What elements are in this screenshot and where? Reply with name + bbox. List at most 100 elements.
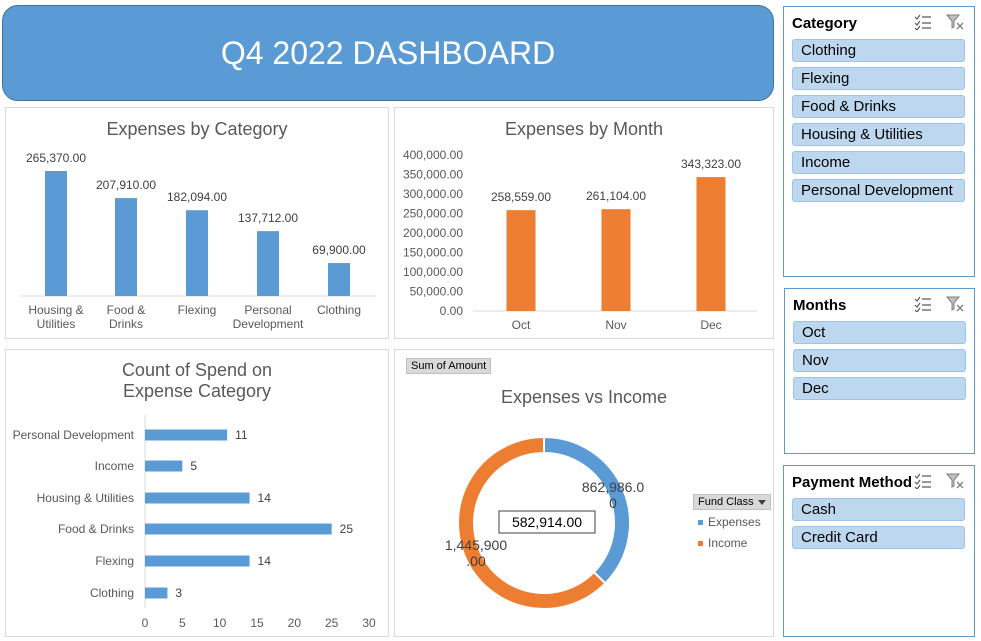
multi-select-icon[interactable]	[914, 14, 932, 30]
slicer-item-credit-card[interactable]: Credit Card	[792, 526, 965, 549]
dashboard-title: Q4 2022 DASHBOARD	[220, 34, 556, 71]
count-of-spend-plot: 11 Personal Development 5 Income 14 Housing &…	[13, 415, 376, 630]
data-label: 14	[258, 491, 272, 505]
y-tick-label: 350,000.00	[403, 168, 463, 182]
legend-label: Income	[708, 536, 748, 550]
y-tick-label: 400,000.00	[403, 148, 463, 162]
x-tick-label: Utilities	[37, 317, 76, 331]
legend-swatch	[698, 520, 703, 526]
clear-filter-icon[interactable]	[946, 296, 964, 312]
x-tick-label: Clothing	[317, 303, 361, 317]
bar	[145, 429, 228, 441]
months-slicer: Months Oct Nov Dec	[784, 288, 975, 454]
fund-class-label: Fund Class	[698, 496, 754, 508]
y-tick-label: Personal Development	[13, 428, 135, 442]
x-tick-label: Drinks	[109, 317, 143, 331]
y-tick-label: Housing & Utilities	[37, 491, 134, 505]
data-label: 11	[235, 428, 248, 442]
y-tick-label: 50,000.00	[410, 285, 464, 299]
slicer-title: Category	[792, 15, 858, 32]
y-tick-label: 200,000.00	[403, 226, 463, 240]
x-tick-label: Dec	[700, 318, 721, 332]
data-label: 14	[258, 554, 272, 568]
y-tick-label: 300,000.00	[403, 187, 463, 201]
data-label: 343,323.00	[681, 157, 741, 171]
y-tick-label: Food & Drinks	[58, 522, 134, 536]
slice-label: .00	[466, 553, 486, 569]
dropdown-arrow-icon	[757, 500, 766, 505]
bar	[145, 555, 250, 567]
donut-slice	[543, 435, 631, 585]
data-label: 265,370.00	[26, 151, 86, 165]
multi-select-icon[interactable]	[914, 296, 932, 312]
legend-label: Expenses	[708, 515, 761, 529]
slicer-item-income[interactable]: Income	[792, 151, 965, 174]
x-tick-label: Nov	[605, 318, 626, 332]
y-tick-label: 150,000.00	[403, 246, 463, 260]
expenses-by-category-plot: 265,370.00 Housing &Utilities 207,910.00 Fo…	[20, 151, 376, 331]
x-tick-label: Oct	[512, 318, 531, 332]
multi-select-icon[interactable]	[914, 473, 932, 489]
x-tick-label: Development	[233, 317, 304, 331]
expenses-vs-income-chart[interactable]: Sum of Amount Expenses vs Income 862,986…	[394, 349, 774, 637]
bar	[115, 198, 137, 296]
x-tick-label: Housing &	[28, 303, 83, 317]
x-tick-label: Flexing	[178, 303, 217, 317]
data-label: 3	[175, 586, 182, 600]
x-tick-label: 30	[362, 616, 376, 630]
data-label: 261,104.00	[586, 189, 646, 203]
x-tick-label: 15	[250, 616, 264, 630]
bar	[601, 209, 631, 311]
slicer-item-oct[interactable]: Oct	[793, 321, 966, 344]
payment-method-slicer: Payment Method Cash Credit Card	[783, 465, 975, 637]
expenses-by-month-chart[interactable]: Expenses by Month 0.00 50,000.00 100,000.0…	[394, 107, 774, 339]
slicer-item-flexing[interactable]: Flexing	[792, 67, 965, 90]
legend-item-income: Income	[698, 536, 747, 550]
slicer-item-food-drinks[interactable]: Food & Drinks	[792, 95, 965, 118]
y-tick-label: Clothing	[90, 586, 134, 600]
x-tick-label: 20	[288, 616, 302, 630]
slicer-item-nov[interactable]: Nov	[793, 349, 966, 372]
fund-class-filter-button[interactable]: Fund Class	[693, 494, 771, 510]
y-tick-label: 250,000.00	[403, 207, 463, 221]
bar	[696, 177, 726, 311]
slicer-title: Payment Method	[792, 474, 913, 491]
bar	[45, 171, 67, 296]
x-tick-label: 10	[213, 616, 227, 630]
bar	[145, 460, 183, 472]
expenses-by-category-chart[interactable]: Expenses by Category 265,370.00 Housing &…	[5, 107, 389, 339]
center-label: 582,914.00	[512, 514, 582, 530]
x-tick-label: Personal	[244, 303, 291, 317]
legend-item-expenses: Expenses	[698, 515, 761, 529]
y-tick-label: Income	[95, 459, 135, 473]
bar	[145, 587, 168, 599]
data-label: 25	[340, 522, 354, 536]
x-tick-label: 5	[179, 616, 186, 630]
bar	[186, 210, 208, 296]
slicer-item-clothing[interactable]: Clothing	[792, 39, 965, 62]
count-of-spend-chart[interactable]: Count of Spend on Expense Category 11 Per…	[5, 349, 389, 637]
clear-filter-icon[interactable]	[946, 473, 964, 489]
x-tick-label: 0	[142, 616, 149, 630]
slicer-item-cash[interactable]: Cash	[792, 498, 965, 521]
bar	[145, 523, 332, 535]
data-label: 258,559.00	[491, 190, 551, 204]
slice-label: 1,445,900	[445, 537, 507, 553]
slice-label: 862,986.0	[582, 479, 644, 495]
x-tick-label: 25	[325, 616, 339, 630]
x-tick-label: Food &	[107, 303, 146, 317]
legend-swatch	[698, 541, 703, 547]
dashboard-title-banner: Q4 2022 DASHBOARD	[2, 5, 774, 101]
bar	[506, 210, 536, 311]
data-label: 182,094.00	[167, 190, 227, 204]
data-label: 69,900.00	[312, 243, 366, 257]
slicer-item-housing-utilities[interactable]: Housing & Utilities	[792, 123, 965, 146]
slicer-item-personal-development[interactable]: Personal Development	[792, 179, 965, 202]
clear-filter-icon[interactable]	[946, 14, 964, 30]
data-label: 137,712.00	[238, 211, 298, 225]
slice-label: 0	[609, 495, 617, 511]
y-tick-label: 100,000.00	[403, 265, 463, 279]
data-label: 207,910.00	[96, 178, 156, 192]
bar	[145, 492, 250, 504]
slicer-item-dec[interactable]: Dec	[793, 377, 966, 400]
